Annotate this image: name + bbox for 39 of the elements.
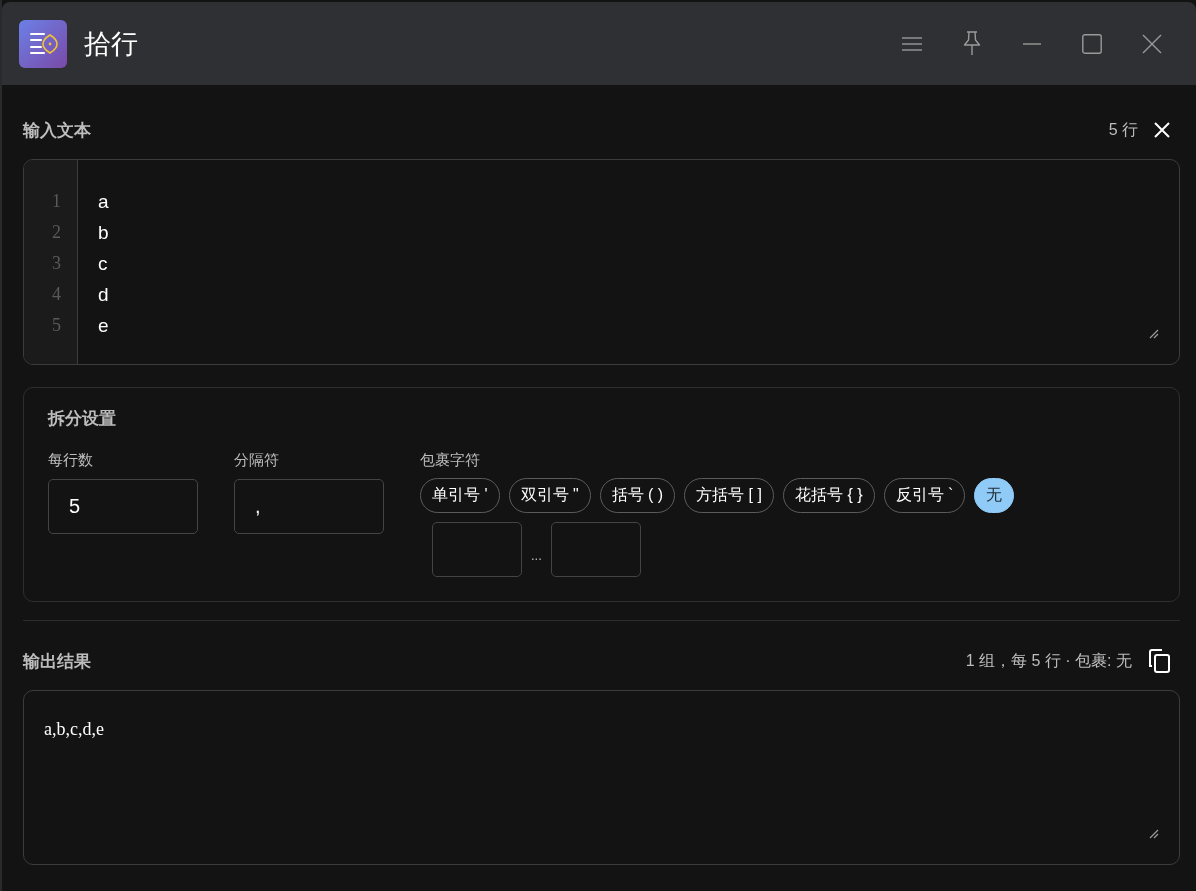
editor-line: e — [98, 314, 109, 338]
output-summary: 1 组，每 5 行 · 包裹: 无 — [965, 650, 1132, 671]
field-label: 分隔符 — [234, 450, 279, 470]
line-number: 3 — [52, 252, 61, 275]
clear-button[interactable] — [1152, 120, 1172, 140]
panel-title: 拆分设置 — [48, 408, 116, 430]
joiner-text: ... — [531, 547, 542, 563]
app-logo-icon — [19, 19, 67, 68]
resize-handle-icon[interactable] — [1149, 329, 1159, 339]
output-field[interactable]: a,b,c,d,e — [23, 690, 1180, 865]
window-title: 拾行 — [84, 27, 138, 61]
input-field[interactable]: 5 — [48, 479, 198, 534]
section-title: 输入文本 — [23, 119, 91, 142]
line-number: 4 — [52, 283, 61, 306]
text-editor[interactable]: 1 2 3 4 5 a b c d e — [23, 159, 1180, 365]
editor-line: a — [98, 190, 109, 214]
pushpin-icon — [963, 31, 981, 56]
line-number: 2 — [52, 221, 61, 244]
line-number: 1 — [52, 190, 61, 213]
editor-line: d — [98, 283, 109, 307]
input-field[interactable]: , — [234, 479, 384, 534]
field-label: 包裹字符 — [420, 450, 480, 470]
menu-icon — [902, 36, 922, 51]
section-title: 输出结果 — [23, 650, 91, 673]
line-number: 5 — [52, 314, 61, 337]
input-field[interactable] — [432, 522, 522, 577]
line-count: 5 行 — [1108, 119, 1138, 140]
wrap-option-chip[interactable]: 无 — [974, 478, 1015, 513]
minimize-icon — [1023, 42, 1041, 45]
close-icon — [1154, 122, 1170, 138]
editor-line: c — [98, 252, 108, 276]
maximize-icon — [1082, 33, 1102, 54]
field-label: 每行数 — [48, 450, 93, 470]
editor-line: b — [98, 221, 109, 245]
close-icon — [1142, 33, 1162, 54]
resize-handle-icon[interactable] — [1149, 829, 1159, 839]
copy-icon — [1148, 649, 1170, 673]
copy-button[interactable] — [1146, 647, 1172, 675]
input-field[interactable] — [550, 522, 641, 577]
